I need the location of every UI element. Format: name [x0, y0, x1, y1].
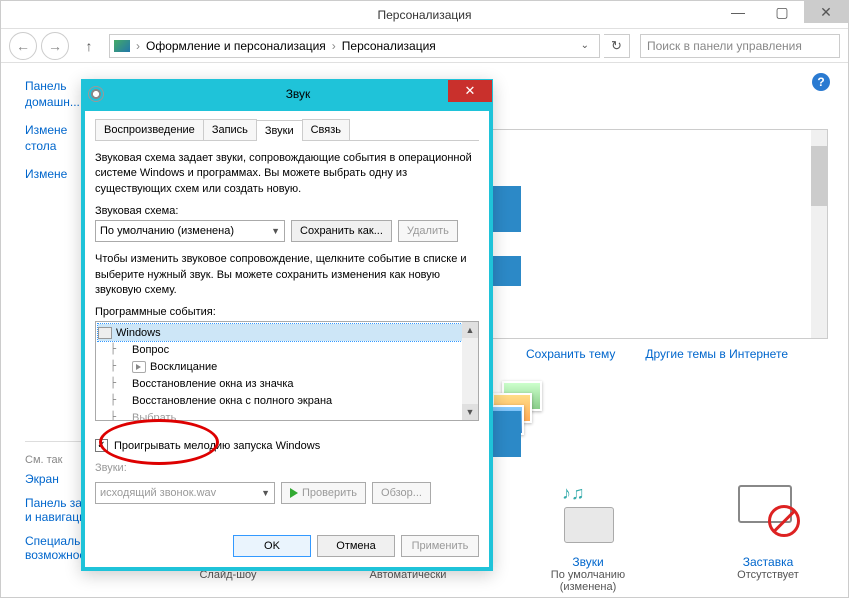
ok-button[interactable]: OK: [233, 535, 311, 557]
startup-sound-label: Проигрывать мелодию запуска Windows: [114, 440, 320, 452]
scrollbar-thumb[interactable]: [811, 146, 827, 206]
startup-sound-checkbox[interactable]: ✓: [95, 439, 108, 452]
dialog-buttons: OK Отмена Применить: [233, 535, 479, 557]
events-label: Программные события:: [95, 306, 479, 318]
search-placeholder: Поиск в панели управления: [647, 39, 802, 53]
tree-item[interactable]: ├ Вопрос: [98, 341, 476, 358]
sounds-icon: [548, 485, 628, 549]
scroll-down-icon[interactable]: ▼: [462, 404, 478, 420]
breadcrumb-sep: ›: [136, 39, 140, 53]
scheme-value: По умолчанию (изменена): [100, 225, 234, 237]
personalization-window: Персонализация — ▢ ✕ ← → ↑ › Оформление …: [0, 0, 849, 598]
chevron-down-icon: ▼: [271, 226, 280, 236]
tree-item[interactable]: ├ Восстановление окна с полного экрана: [98, 392, 476, 409]
tree-item-label: Вопрос: [132, 344, 169, 356]
sounds-sub: По умолчанию (изменена): [528, 569, 648, 593]
events-tree[interactable]: Windows ├ Вопрос ├ Восклицание ├ Восстан…: [95, 321, 479, 421]
test-button: Проверить: [281, 482, 366, 504]
startup-sound-row: ✓ Проигрывать мелодию запуска Windows: [95, 439, 479, 452]
titlebar: Персонализация — ▢ ✕: [1, 1, 848, 29]
tab-playback[interactable]: Воспроизведение: [95, 119, 204, 140]
screensaver-item[interactable]: Заставка Отсутствует: [708, 485, 828, 593]
refresh-button[interactable]: ↻: [604, 34, 630, 58]
themes-scrollbar[interactable]: [811, 130, 827, 338]
scheme-row: По умолчанию (изменена) ▼ Сохранить как.…: [95, 220, 479, 242]
tree-root-label: Windows: [116, 327, 161, 339]
breadcrumb-sep: ›: [332, 39, 336, 53]
tree-root[interactable]: Windows: [98, 324, 476, 341]
window-controls: — ▢ ✕: [716, 1, 848, 23]
sounds-row: исходящий звонок.wav ▼ Проверить Обзор..…: [95, 482, 479, 504]
control-panel-icon: [114, 40, 130, 52]
sound-dialog: Звук ✕ Воспроизведение Запись Звуки Связ…: [81, 79, 493, 571]
minimize-button[interactable]: —: [716, 1, 760, 23]
dialog-close-button[interactable]: ✕: [448, 80, 492, 102]
events-description: Чтобы изменить звуковое сопровождение, щ…: [95, 252, 479, 298]
scheme-label: Звуковая схема:: [95, 205, 479, 217]
test-button-label: Проверить: [302, 487, 357, 499]
breadcrumb-item[interactable]: Оформление и персонализация: [146, 39, 326, 53]
maximize-button[interactable]: ▢: [760, 1, 804, 23]
speaker-icon: [88, 86, 104, 102]
sound-file-value: исходящий звонок.wav: [100, 487, 216, 499]
address-bar[interactable]: › Оформление и персонализация › Персонал…: [109, 34, 600, 58]
breadcrumb-item[interactable]: Персонализация: [342, 39, 436, 53]
dialog-body: Воспроизведение Запись Звуки Связь Звуко…: [85, 111, 489, 567]
tab-communications[interactable]: Связь: [302, 119, 350, 140]
screensaver-sub: Отсутствует: [708, 569, 828, 581]
search-input[interactable]: Поиск в панели управления: [640, 34, 840, 58]
delete-button: Удалить: [398, 220, 458, 242]
sounds-link[interactable]: Звуки: [528, 555, 648, 569]
dialog-titlebar[interactable]: Звук ✕: [82, 80, 492, 108]
tab-sounds[interactable]: Звуки: [256, 120, 303, 141]
tree-item-label: Восстановление окна с полного экрана: [132, 395, 332, 407]
scheme-description: Звуковая схема задает звуки, сопровождаю…: [95, 151, 479, 197]
tree-item-label: Выбрать: [132, 412, 176, 422]
sound-file-select: исходящий звонок.wav ▼: [95, 482, 275, 504]
sound-event-icon: [132, 361, 146, 373]
back-button[interactable]: ←: [9, 32, 37, 60]
sounds-label: Звуки:: [95, 462, 479, 474]
play-icon: [290, 488, 298, 498]
cancel-button[interactable]: Отмена: [317, 535, 395, 557]
dialog-title: Звук: [104, 87, 492, 101]
address-dropdown-icon[interactable]: ⌄: [575, 40, 595, 51]
other-themes-link[interactable]: Другие темы в Интернете: [645, 347, 788, 361]
up-button[interactable]: ↑: [77, 34, 101, 58]
toolbar: ← → ↑ › Оформление и персонализация › Пе…: [1, 29, 848, 63]
screensaver-icon: [728, 485, 808, 549]
windows-icon: [98, 327, 112, 339]
sounds-item[interactable]: Звуки По умолчанию (изменена): [528, 485, 648, 593]
save-theme-link[interactable]: Сохранить тему: [526, 347, 615, 361]
screensaver-link[interactable]: Заставка: [708, 555, 828, 569]
dialog-inner: Воспроизведение Запись Звуки Связь Звуко…: [82, 108, 492, 570]
tree-item[interactable]: ├ Выбрать: [98, 409, 476, 421]
forward-button[interactable]: →: [41, 32, 69, 60]
scheme-select[interactable]: По умолчанию (изменена) ▼: [95, 220, 285, 242]
tree-scrollbar[interactable]: ▲ ▼: [462, 322, 478, 420]
browse-button: Обзор...: [372, 482, 431, 504]
save-as-button[interactable]: Сохранить как...: [291, 220, 392, 242]
close-button[interactable]: ✕: [804, 1, 848, 23]
tree-item-label: Восстановление окна из значка: [132, 378, 294, 390]
chevron-down-icon: ▼: [261, 488, 270, 498]
dialog-tabs: Воспроизведение Запись Звуки Связь: [95, 119, 479, 141]
tree-item-label: Восклицание: [150, 361, 217, 373]
apply-button: Применить: [401, 535, 479, 557]
tab-recording[interactable]: Запись: [203, 119, 257, 140]
scroll-up-icon[interactable]: ▲: [462, 322, 478, 338]
tree-item[interactable]: ├ Восстановление окна из значка: [98, 375, 476, 392]
tree-item[interactable]: ├ Восклицание: [98, 358, 476, 375]
